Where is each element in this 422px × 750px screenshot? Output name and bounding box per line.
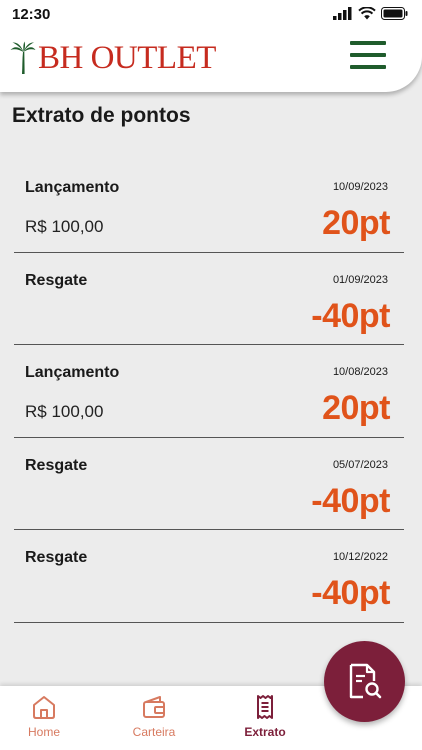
entry-type: Lançamento [25, 364, 120, 381]
entry-date: 01/09/2023 [332, 273, 388, 286]
home-icon [33, 696, 55, 719]
entry-type: Resgate [25, 549, 88, 566]
entry-date: 10/09/2023 [332, 181, 388, 193]
entry-date: 10/12/2022 [332, 551, 388, 563]
nav-label-carteira: Carteira [132, 725, 176, 739]
status-time: 12:30 [12, 6, 51, 23]
points-statement-list: Lançamento 10/09/2023 R$ 100,00 20pt Res… [14, 160, 404, 623]
entry-type: Lançamento [25, 179, 120, 196]
page-title: Extrato de pontos [12, 104, 191, 127]
status-bar: 12:30 [0, 0, 422, 30]
entry-points: -40pt [311, 574, 390, 612]
statement-entry[interactable]: Resgate 05/07/2023 -40pt [14, 438, 404, 530]
app-header: 12:30 BH OUTLET [0, 0, 422, 92]
nav-item-carteira[interactable]: Carteira [114, 694, 194, 739]
menu-line [350, 65, 386, 69]
entry-points: 20pt [322, 204, 390, 242]
menu-line [350, 41, 386, 45]
nav-label-extrato: Extrato [244, 725, 286, 739]
entry-date: 10/08/2023 [332, 366, 388, 378]
entry-value: R$ 100,00 [25, 217, 104, 236]
entry-date: 05/07/2023 [332, 458, 388, 471]
palm-tree-icon [10, 41, 36, 74]
brand-logo[interactable]: BH OUTLET [10, 38, 216, 78]
wifi-icon [358, 7, 376, 20]
wallet-icon [143, 696, 165, 718]
battery-icon [381, 7, 408, 20]
entry-points: -40pt [311, 296, 390, 335]
document-search-icon [349, 663, 381, 698]
entry-type: Resgate [25, 456, 88, 474]
entry-type: Resgate [25, 271, 88, 289]
nav-label-home: Home [27, 725, 60, 739]
signal-icon [333, 7, 352, 20]
statement-entry[interactable]: Lançamento 10/09/2023 R$ 100,00 20pt [14, 160, 404, 253]
document-search-button[interactable] [324, 641, 405, 722]
statement-entry[interactable]: Resgate 01/09/2023 -40pt [14, 253, 404, 345]
entry-value: R$ 100,00 [25, 402, 104, 421]
entry-points: 20pt [322, 389, 390, 427]
menu-line [350, 53, 386, 57]
hamburger-menu-button[interactable] [350, 40, 386, 70]
status-icons [333, 7, 408, 20]
nav-item-home[interactable]: Home [4, 694, 84, 739]
statement-entry[interactable]: Lançamento 10/08/2023 R$ 100,00 20pt [14, 345, 404, 438]
statement-entry[interactable]: Resgate 10/12/2022 -40pt [14, 530, 404, 623]
entry-points: -40pt [311, 481, 390, 520]
brand-name: BH OUTLET [38, 39, 216, 76]
receipt-icon [257, 695, 273, 719]
nav-item-extrato[interactable]: Extrato [225, 694, 305, 739]
